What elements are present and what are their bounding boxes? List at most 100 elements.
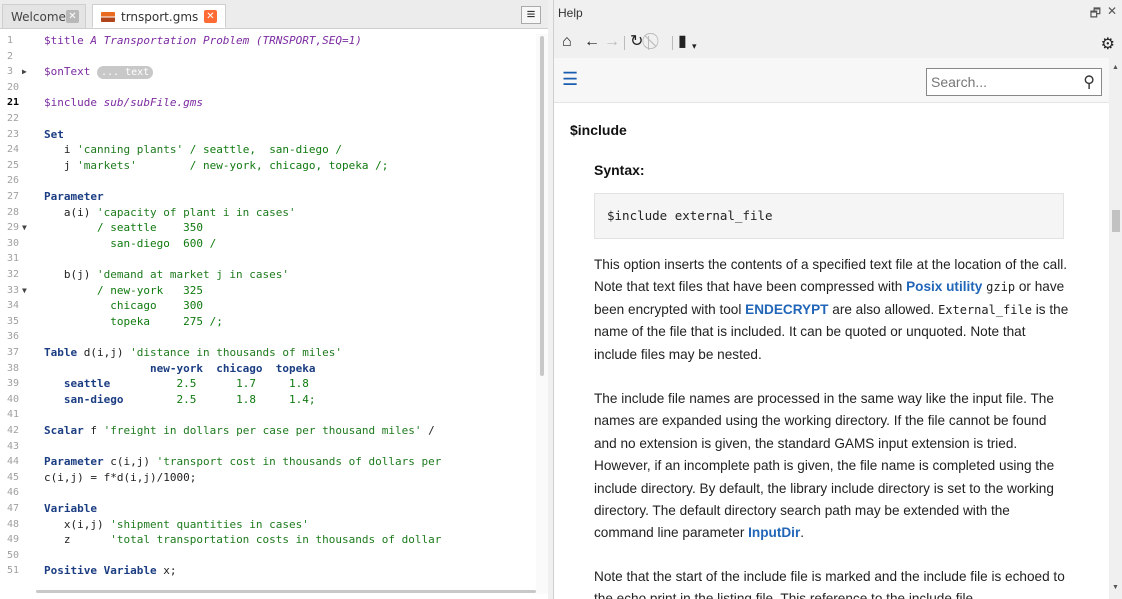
line-number: 29 [7,222,20,234]
line-number: 40 [7,393,20,405]
code-text: seattle 2.5 1.7 1.8 [63,377,309,391]
line-number: 42 [7,425,20,436]
fold-expand-icon[interactable]: ▶ [22,65,27,79]
editor-scroll-thumb[interactable] [540,36,544,376]
line-number: 47 [7,503,20,514]
close-icon[interactable]: ✕ [66,10,79,23]
line-number: 23 [7,128,20,140]
fold-collapse-icon[interactable]: ▼ [22,221,27,235]
tab-trnsport-label: trnsport.gms [121,10,199,24]
bookmark-icon[interactable]: ▮ [678,34,687,50]
toolbar-separator [648,36,649,50]
tab-welcome-label: Welcome [11,10,66,24]
code-text: $include sub/subFile.gms [44,96,203,110]
search-box[interactable]: ⚲ [926,68,1102,96]
toolbar-separator [672,36,673,50]
line-number: 32 [7,269,20,280]
code-text: chicago 300 [110,299,203,313]
code-text: $title A Transportation Problem (TRNSPOR… [44,34,362,47]
forward-icon[interactable]: → [604,34,620,50]
code-text: a(i) 'capacity of plant i in cases' [44,205,296,219]
editor-tabbar: Welcome ✕ trnsport.gms ✕ ≡ [0,0,548,29]
help-scroll-thumb[interactable] [1112,210,1120,232]
line-number: 37 [7,347,20,358]
line-number: 51 [7,565,20,577]
line-number: 25 [7,159,20,171]
code-editor[interactable]: 1 $title A Transportation Problem (TRNSPO… [0,34,536,584]
hamburger-menu-icon[interactable]: ☰ [562,70,578,88]
line-number: 48 [7,518,20,530]
editor-pane: Welcome ✕ trnsport.gms ✕ ≡ 1 $title A Tra… [0,0,548,599]
help-toolbar: ⌂ ← → ↻ ⃠ ▮ ▾ ⚙ [554,28,1122,56]
code-text: topeka 275 /; [110,314,223,328]
line-number: 41 [7,409,20,421]
code-text: / new-york 325 [96,283,203,297]
tab-trnsport[interactable]: trnsport.gms ✕ [92,4,226,28]
code-text: Parameter c(i,j) 'transport cost in thou… [44,455,442,469]
search-icon[interactable]: ⚲ [1083,72,1095,92]
code-text: san-diego 600 / [110,236,217,250]
editor-menu-button[interactable]: ≡ [521,6,541,24]
chevron-down-icon[interactable]: ▾ [692,38,697,54]
line-number: 2 [7,50,14,62]
code-text: c(i,j) = f*d(i,j)/1000; [44,470,197,484]
line-number: 33 [7,284,20,296]
help-document: ☰ ⚲ $include Syntax: $include external_f… [554,58,1109,599]
code-text: Positive Variable x; [44,564,177,578]
page-heading: $include [570,122,627,138]
line-number: 31 [7,253,20,265]
code-text: z 'total transportation costs in thousan… [44,533,442,547]
code-text: / seattle 350 [96,221,203,235]
code-text: b(j) 'demand at market j in cases' [44,268,290,281]
line-number: 20 [7,81,20,93]
float-icon[interactable]: 🗗 [1090,4,1101,25]
line-number: 46 [7,487,20,499]
editor-horizontal-scrollbar[interactable] [36,590,536,593]
tab-welcome[interactable]: Welcome ✕ [2,4,86,28]
code-text: x(i,j) 'shipment quantities in cases' [44,517,309,531]
reload-icon[interactable]: ↻ [630,34,643,50]
line-number: 45 [7,471,20,483]
scroll-up-icon[interactable]: ▲ [1112,64,1119,71]
code-text: Table d(i,j) 'distance in thousands of m… [44,346,343,359]
line-number: 43 [7,440,20,452]
line-number: 44 [7,456,20,468]
line-number: 30 [7,237,20,249]
close-icon[interactable]: ✕ [1107,4,1117,18]
syntax-code-block: $include external_file [594,193,1064,239]
line-number: 34 [7,300,20,312]
line-number: 27 [7,191,20,202]
close-icon[interactable]: ✕ [204,10,217,23]
code-text: Set [44,127,64,141]
code-text: Variable [44,502,97,515]
code-text: Scalar f 'freight in dollars per case pe… [44,424,435,437]
back-icon[interactable]: ← [584,34,600,50]
toolbar-separator [624,36,625,50]
code-text: san-diego 2.5 1.8 1.4; [63,392,316,406]
syntax-heading: Syntax: [594,162,645,178]
scroll-down-icon[interactable]: ▼ [1112,584,1119,591]
line-number: 36 [7,331,20,343]
code-text: i 'canning plants' / seattle, san-diego … [44,143,343,157]
line-number: 24 [7,144,20,156]
doc-header: ☰ ⚲ [554,58,1109,103]
help-vertical-scrollbar[interactable] [1109,58,1122,599]
line-number: 1 [7,35,14,46]
line-number: 21 [7,97,20,109]
line-number: 22 [7,113,20,124]
home-icon[interactable]: ⌂ [562,34,572,50]
code-text: j 'markets' / new-york, chicago, topeka … [44,158,389,172]
gams-file-icon [101,12,115,22]
search-input[interactable] [927,69,1073,95]
code-text: $onText ... text [44,65,154,80]
line-number: 28 [7,206,20,218]
paragraph-echo: Note that the start of the include file … [594,569,1065,599]
paragraph-path-processing: The include file names are processed in … [594,391,1055,541]
code-text: new-york chicago topeka [149,361,316,375]
gear-icon[interactable]: ⚙ [1101,34,1115,54]
line-number: 3 [7,66,14,78]
help-title: Help [558,6,583,20]
fold-collapse-icon[interactable]: ▼ [22,284,27,298]
line-number: 50 [7,549,20,561]
syntax-code: $include external_file [607,208,773,223]
